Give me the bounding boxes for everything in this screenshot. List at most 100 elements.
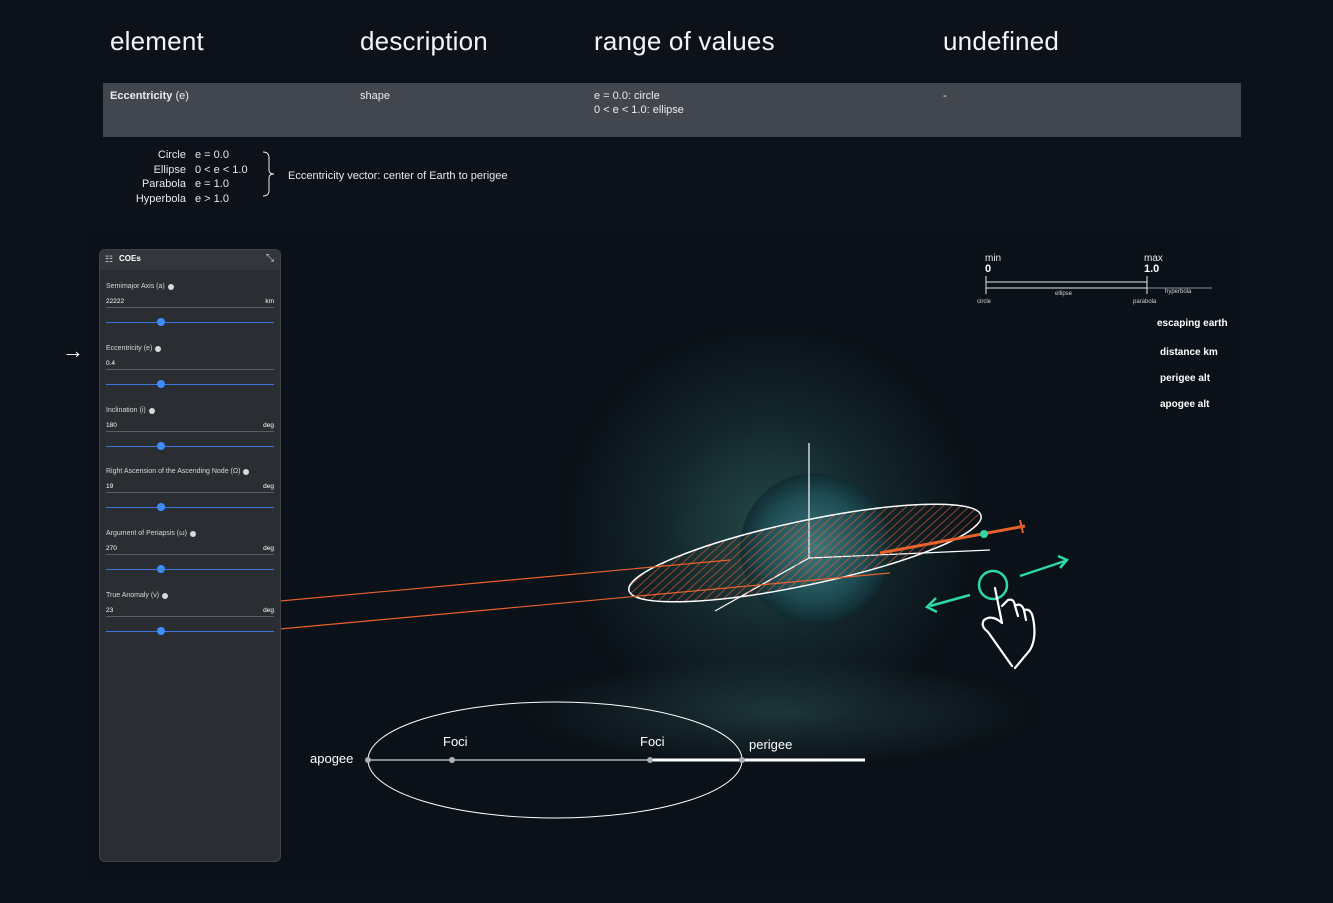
orbit-type-rule: e > 1.0: [195, 192, 229, 205]
slider-track: [106, 507, 274, 508]
eccentricity-scale: min 0 max 1.0 circle ellipse parabola hy…: [975, 252, 1215, 312]
eccentricity-input[interactable]: 0.4: [106, 360, 274, 370]
row-description: shape: [360, 90, 390, 102]
scale-parabola: parabola: [1133, 299, 1157, 305]
slider-track: [106, 322, 274, 323]
field-inclination: Inclination (i) 180 deg: [106, 407, 274, 450]
focus-point-2: [647, 757, 653, 763]
field-value: 19: [106, 483, 114, 490]
field-raan: Right Ascension of the Ascending Node (Ω…: [106, 468, 274, 511]
field-label-text: Inclination (i): [106, 407, 146, 414]
field-label: Inclination (i): [106, 407, 274, 414]
argument-of-periapsis-input[interactable]: 270 deg: [106, 545, 274, 555]
panel-title: COEs: [119, 254, 141, 263]
scale-line: [985, 276, 1212, 294]
eccentricity-vector-note: Eccentricity vector: center of Earth to …: [288, 170, 508, 182]
field-argument-of-periapsis: Argument of Periapsis (ω) 270 deg: [106, 530, 274, 573]
field-label-text: Eccentricity (e): [106, 345, 153, 352]
field-label: Semimajor Axis (a): [106, 283, 274, 290]
slider-thumb[interactable]: [157, 627, 166, 635]
table-row: Eccentricity (e) shape e = 0.0: circle 0…: [103, 83, 1241, 137]
field-eccentricity: Eccentricity (e) 0.4: [106, 345, 274, 388]
orbit-type-rule: e = 1.0: [195, 178, 229, 190]
header-description: description: [360, 26, 488, 56]
slider-track: [106, 569, 274, 570]
inclination-input[interactable]: 180 deg: [106, 422, 274, 432]
info-icon[interactable]: [167, 283, 174, 290]
field-label-text: Semimajor Axis (a): [106, 283, 165, 290]
slider-track: [106, 384, 274, 385]
info-icon[interactable]: [189, 530, 196, 537]
orbit-type-rule: 0 < e < 1.0: [195, 163, 248, 176]
field-label-text: True Anomaly (ν): [106, 592, 160, 599]
orbit-type-row: Circle e = 0.0: [126, 148, 248, 163]
row-element-name: Eccentricity: [110, 90, 173, 102]
sliders-icon: ☷: [105, 254, 114, 264]
info-icon[interactable]: [155, 345, 162, 352]
field-label: Argument of Periapsis (ω): [106, 530, 274, 537]
info-icon[interactable]: [148, 407, 155, 414]
drag-gesture-icon: [924, 554, 1070, 670]
orbit-type-row: Parabola e = 1.0: [126, 177, 248, 192]
row-range-line2: 0 < e < 1.0: ellipse: [594, 104, 684, 116]
pointer-arrow-icon: →: [62, 338, 84, 363]
raan-slider[interactable]: [106, 503, 274, 511]
field-value: 180: [106, 422, 117, 429]
field-unit: deg: [263, 545, 274, 552]
perigee-label: perigee: [749, 737, 793, 752]
slider-thumb[interactable]: [157, 503, 166, 511]
field-label: Right Ascension of the Ascending Node (Ω…: [106, 468, 274, 475]
scale-hyperbola: hyperbola: [1165, 289, 1192, 295]
row-element-symbol: (e): [175, 90, 189, 102]
field-label: True Anomaly (ν): [106, 592, 274, 599]
slider-thumb[interactable]: [157, 565, 166, 573]
eccentricity-slider[interactable]: [106, 380, 274, 388]
info-icon[interactable]: [162, 592, 169, 599]
coes-panel: ☷ COEs ⤡ Semimajor Axis (a) 22222 km Ecce…: [99, 249, 281, 862]
header-undefined: undefined: [943, 26, 1060, 56]
field-label-text: Argument of Periapsis (ω): [106, 530, 187, 537]
field-unit: deg: [263, 422, 274, 429]
field-unit: km: [265, 298, 274, 305]
raan-input[interactable]: 19 deg: [106, 483, 274, 493]
semimajor-axis-input[interactable]: 22222 km: [106, 298, 274, 308]
app-frame: element description range of values unde…: [0, 0, 1333, 903]
true-anomaly-slider[interactable]: [106, 627, 274, 635]
info-perigee-alt: perigee alt: [1160, 373, 1211, 384]
row-range-line1: e = 0.0: circle: [594, 90, 660, 102]
orbit-type-rule: e = 0.0: [195, 149, 229, 161]
orbit-type-row: Hyperbola e > 1.0: [126, 192, 248, 207]
orbit-type-name: Circle: [157, 149, 186, 161]
field-label-text: Right Ascension of the Ascending Node (Ω…: [106, 468, 241, 475]
info-icon[interactable]: [243, 468, 250, 475]
row-range: e = 0.0: circle 0 < e < 1.0: ellipse: [594, 89, 684, 117]
field-value: 270: [106, 545, 117, 552]
focus-label-1: Foci: [443, 734, 468, 749]
slider-thumb[interactable]: [157, 380, 166, 388]
collapse-icon[interactable]: ⤡: [266, 253, 274, 264]
semimajor-axis-slider[interactable]: [106, 318, 274, 326]
slider-thumb[interactable]: [157, 442, 166, 450]
focus-label-2: Foci: [640, 734, 665, 749]
brace-icon: [262, 151, 275, 197]
field-label: Eccentricity (e): [106, 345, 274, 352]
header-range: range of values: [594, 26, 775, 56]
perigee-point: [739, 757, 745, 763]
field-value: 0.4: [106, 360, 116, 367]
inclination-slider[interactable]: [106, 442, 274, 450]
header-element: element: [110, 26, 204, 56]
row-undefined: -: [943, 90, 947, 102]
field-value: 22222: [106, 298, 125, 305]
ellipse-diagram: [365, 701, 865, 819]
apogee-label: apogee: [310, 751, 354, 766]
info-apogee-alt: apogee alt: [1160, 399, 1210, 410]
field-unit: deg: [263, 483, 274, 490]
argument-of-periapsis-slider[interactable]: [106, 565, 274, 573]
orbit-type-name: Hyperbola: [135, 192, 186, 205]
slider-thumb[interactable]: [157, 318, 166, 326]
true-anomaly-input[interactable]: 23 deg: [106, 607, 274, 617]
orbit-type-name: Parabola: [141, 178, 186, 190]
row-element: Eccentricity (e): [110, 89, 189, 103]
orbit-type-row: Ellipse 0 < e < 1.0: [126, 163, 248, 178]
info-distance: distance km: [1160, 347, 1218, 358]
